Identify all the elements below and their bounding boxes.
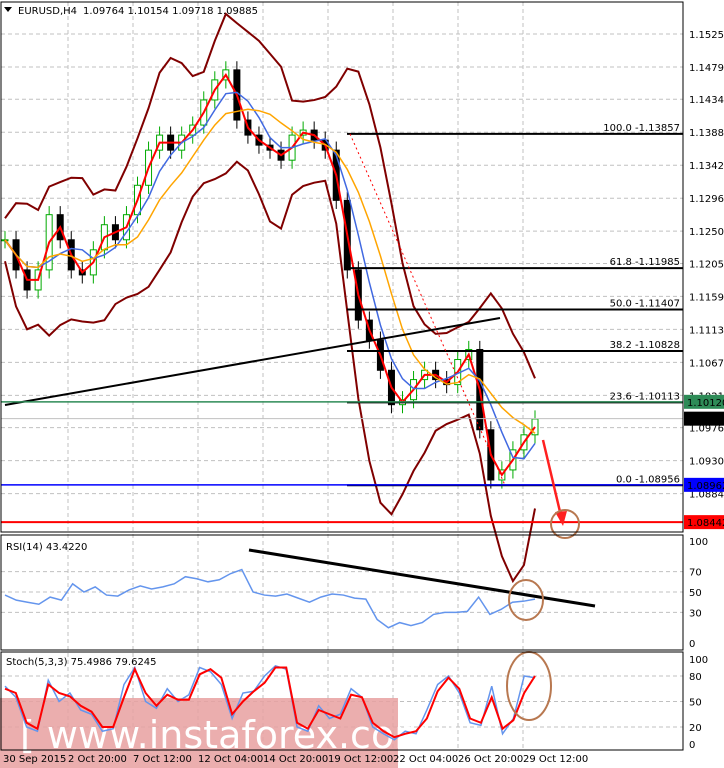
forecast-arrow xyxy=(541,439,563,517)
price-tag-text: 1.08442 xyxy=(687,518,724,529)
ohlc-values: 1.09764 1.10154 1.09718 1.09885 xyxy=(83,6,258,17)
collapse-triangle-icon[interactable] xyxy=(4,7,12,12)
stoch-tick-label: 50 xyxy=(689,698,702,709)
y-tick-label: 1.09300 xyxy=(689,457,724,468)
symbol-label: EURUSD,H4 xyxy=(18,6,77,17)
chart-canvas[interactable]: [ www.instaforex.com ] 100.0 -1.1385761.… xyxy=(0,0,724,768)
stoch-tick-label: 0 xyxy=(689,740,695,751)
y-tick-label: 1.15250 xyxy=(689,30,724,41)
rsi-tick-label: 0 xyxy=(689,639,695,650)
x-tick-label: 29 Oct 12:00 xyxy=(523,754,588,765)
x-tick-label: 22 Oct 04:00 xyxy=(393,754,458,765)
stoch-tick-label: 20 xyxy=(689,723,702,734)
y-tick-label: 1.12050 xyxy=(689,259,724,270)
y-tick-label: 1.11130 xyxy=(689,325,724,336)
stoch-tick-label: 80 xyxy=(689,672,702,683)
fib-level-label: 100.0 -1.13857 xyxy=(603,123,680,134)
x-tick-label: 30 Sep 2015 xyxy=(3,754,66,765)
y-tick-label: 1.10670 xyxy=(689,358,724,369)
chart-window: [ www.instaforex.com ] 100.0 -1.13857 61.… xyxy=(0,0,724,768)
fib-level-label: 50.0 -1.11407 xyxy=(610,299,680,310)
price-tag-text: 1.10120 xyxy=(687,398,724,409)
fib-level-label: 23.6 -1.10113 xyxy=(610,391,680,402)
axes: 30 Sep 2015 2 Oct 20:00 7 Oct 12:00 12 Oct … xyxy=(0,1,724,765)
rsi-title: RSI(14) 43.4220 xyxy=(6,542,87,553)
chart-header: EURUSD,H4 1.09764 1.10154 1.09718 1.09885 xyxy=(18,6,258,17)
x-tick-label: 12 Oct 04:00 xyxy=(198,754,263,765)
stoch-title: Stoch(5,3,3) 75.4986 79.6245 xyxy=(6,657,157,668)
y-tick-label: 1.14340 xyxy=(689,95,724,106)
bollinger-upper xyxy=(4,12,536,379)
x-tick-label: 14 Oct 20:00 xyxy=(263,754,328,765)
main-price-panel: 100.0 -1.13857 61.8 -1.11985 50.0 -1.11407… xyxy=(1,12,683,584)
y-tick-label: 1.14790 xyxy=(689,63,724,74)
y-tick-label: 1.13880 xyxy=(689,128,724,139)
y-tick-label: 1.12960 xyxy=(689,194,724,205)
fib-level-label: 38.2 -1.10828 xyxy=(610,340,680,351)
rsi-tick-label: 100 xyxy=(689,537,708,548)
grid xyxy=(1,2,683,750)
y-tick-label: 1.12500 xyxy=(689,227,724,238)
rsi-circle xyxy=(508,579,544,621)
rsi-tick-label: 30 xyxy=(689,608,702,619)
y-tick-label: 1.13420 xyxy=(689,161,724,172)
price-tag-text: 1.09885 xyxy=(687,415,724,426)
y-tick-label: 1.11590 xyxy=(689,292,724,303)
rsi-tick-label: 70 xyxy=(689,568,702,579)
rsi-panel xyxy=(4,548,596,629)
fib-level-label: 0.0 -1.08956 xyxy=(616,474,680,485)
x-tick-label: 2 Oct 20:00 xyxy=(68,754,127,765)
price-tag-text: 1.08962 xyxy=(687,481,724,492)
fib-level-label: 61.8 -1.11985 xyxy=(610,257,680,268)
x-tick-label: 19 Oct 12:00 xyxy=(328,754,393,765)
rsi-line xyxy=(4,568,536,629)
stoch-tick-label: 100 xyxy=(689,655,708,666)
x-tick-label: 26 Oct 20:00 xyxy=(458,754,523,765)
trendline xyxy=(4,317,501,406)
x-tick-label: 7 Oct 12:00 xyxy=(133,754,192,765)
rsi-tick-label: 50 xyxy=(689,588,702,599)
